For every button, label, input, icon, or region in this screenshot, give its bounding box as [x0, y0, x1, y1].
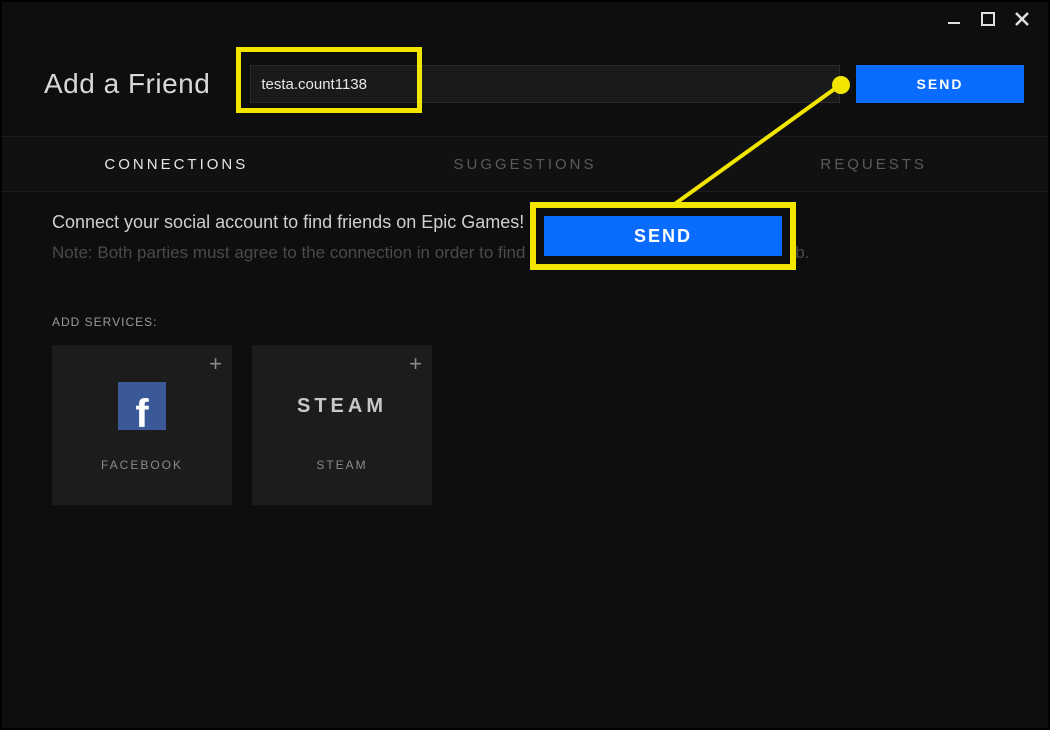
- service-card-facebook[interactable]: + f FACEBOOK: [52, 345, 232, 505]
- window-root: Add a Friend SEND CONNECTIONS SUGGESTION…: [0, 0, 1050, 730]
- tabs: CONNECTIONS SUGGESTIONS REQUESTS: [2, 136, 1048, 192]
- note-text: Note: Both parties must agree to the con…: [52, 243, 998, 263]
- titlebar: [928, 2, 1048, 36]
- lead-text: Connect your social account to find frie…: [52, 212, 998, 233]
- content: Connect your social account to find frie…: [52, 212, 998, 505]
- plus-icon: +: [209, 351, 222, 377]
- page-title: Add a Friend: [44, 68, 210, 100]
- facebook-icon: f: [118, 378, 166, 434]
- service-cards: + f FACEBOOK + STEAM STEAM: [52, 345, 998, 505]
- annotation-callout-button: SEND: [544, 216, 782, 256]
- steam-icon: STEAM: [297, 378, 387, 434]
- friend-username-input[interactable]: [250, 65, 840, 103]
- service-card-steam[interactable]: + STEAM STEAM: [252, 345, 432, 505]
- tab-suggestions[interactable]: SUGGESTIONS: [351, 137, 700, 191]
- service-label: STEAM: [316, 458, 367, 472]
- tab-requests[interactable]: REQUESTS: [699, 137, 1048, 191]
- tab-connections[interactable]: CONNECTIONS: [2, 137, 351, 191]
- service-label: FACEBOOK: [101, 458, 183, 472]
- header: Add a Friend SEND: [2, 48, 1048, 120]
- annotation-callout: SEND: [530, 202, 796, 270]
- add-services-label: ADD SERVICES:: [52, 315, 998, 329]
- minimize-button[interactable]: [946, 11, 962, 27]
- maximize-button[interactable]: [980, 11, 996, 27]
- send-button[interactable]: SEND: [856, 65, 1024, 103]
- close-button[interactable]: [1014, 11, 1030, 27]
- friend-input-wrap: [250, 65, 840, 103]
- maximize-icon: [981, 12, 995, 26]
- close-icon: [1014, 11, 1030, 27]
- minimize-icon: [947, 12, 961, 26]
- plus-icon: +: [409, 351, 422, 377]
